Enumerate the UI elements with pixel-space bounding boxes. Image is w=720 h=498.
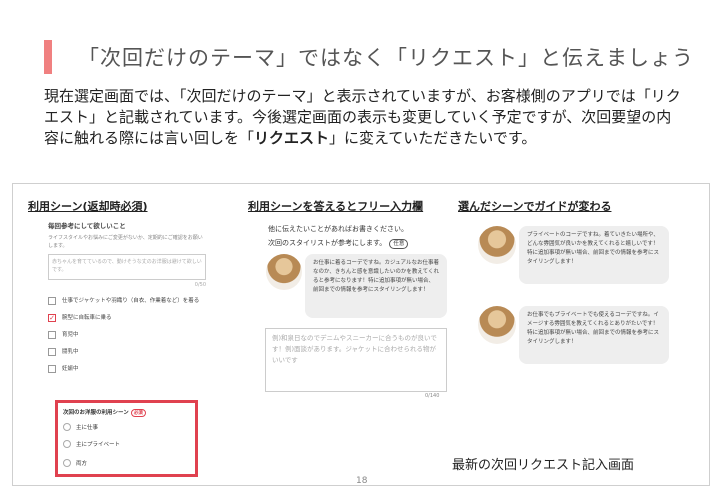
checkbox-icon[interactable] <box>48 331 56 339</box>
title-accent-bar <box>44 40 52 74</box>
stylist-avatar <box>478 226 516 264</box>
body-text-part2: 」に変えていただきたいです。 <box>329 129 537 147</box>
intro-line1: 他に伝えたいことがあればお書きください。 <box>268 225 408 233</box>
highlight-next-usage: 次回のお洋服の利用シーン 必須 主に仕事 主にプライベート 両方 <box>55 400 198 477</box>
required-badge: 必須 <box>130 409 146 417</box>
guide-bubble: お仕事に着るコーデですね。カジュアルなお仕事着なのか、きちんと感を意識したいのか… <box>305 254 447 318</box>
usage-form: 毎回参考にして欲しいこと ライフスタイルやお悩みにご変更がないか、定期的にご確認… <box>48 220 206 373</box>
checkbox-label: 仕事でジャケットや羽織り（自衣、作業着など）を着る <box>62 298 200 304</box>
radio-option[interactable]: 両方 <box>63 459 87 467</box>
left-column-heading: 利用シーン(返却時必須) <box>28 200 148 213</box>
checkbox-label: 妊娠中 <box>62 366 79 372</box>
optional-pill: 任意 <box>389 239 409 249</box>
checkbox-label: 闘乳中 <box>62 349 79 355</box>
page-number: 18 <box>356 476 368 486</box>
radio-label: 主に仕事 <box>76 425 99 431</box>
checkbox-label: 腕型に自転車に乗る <box>62 315 112 321</box>
right-column-heading: 選んだシーンでガイドが変わる <box>458 200 612 213</box>
checkbox-row[interactable]: 闘乳中 <box>48 348 206 356</box>
form-subheading: 毎回参考にして欲しいこと <box>48 222 126 230</box>
stylist-avatar <box>478 306 516 344</box>
checkbox-row[interactable]: 育児中 <box>48 331 206 339</box>
middle-column-heading: 利用シーンを答えるとフリー入力欄 <box>248 200 424 213</box>
form-hint: ライフスタイルやお悩みにご変更がないか、定期的にご確認をお願いします。 <box>48 235 203 249</box>
free-input-intro: 他に伝えたいことがあればお書きください。 次回のスタイリストが参考にします。 任意 <box>268 222 409 250</box>
radio-label: 両方 <box>76 461 88 467</box>
body-paragraph: 現在選定画面では、「次回だけのテーマ」と表示されていますが、お客様側のアプリでは… <box>44 86 684 149</box>
body-text-bold: リクエスト <box>254 129 330 147</box>
intro-line2: 次回のスタイリストが参考にします。 <box>268 239 387 247</box>
slide-title: 「次回だけのテーマ」ではなく「リクエスト」と伝えましょう <box>78 46 694 70</box>
screen-caption: 最新の次回リクエスト記入画面 <box>452 458 635 473</box>
radio-option[interactable]: 主に仕事 <box>63 423 98 431</box>
checkbox-row[interactable]: 妊娠中 <box>48 365 206 373</box>
free-text-input[interactable]: 例)和泉日なのでデニムやスニーカーに合うものが良いです！例)面談があります。ジャ… <box>265 328 447 392</box>
checkbox-row[interactable]: ✓ 腕型に自転車に乗る <box>48 314 206 322</box>
radio-option[interactable]: 主にプライベート <box>63 440 120 448</box>
guide-bubble-both: お仕事でもプライベートでも使えるコーデですね。イメージする雰囲気を教えてくれると… <box>519 306 669 364</box>
radio-icon[interactable] <box>63 440 71 448</box>
next-usage-text: 次回のお洋服の利用シーン <box>63 410 129 416</box>
checkbox-label: 育児中 <box>62 332 79 338</box>
free-input-counter: 0/140 <box>425 393 440 399</box>
checkbox-icon[interactable] <box>48 297 56 305</box>
checkbox-icon[interactable] <box>48 365 56 373</box>
radio-icon[interactable] <box>63 459 71 467</box>
checkbox-checked-icon[interactable]: ✓ <box>48 314 56 322</box>
stylist-avatar <box>266 254 302 290</box>
guide-bubble-private: プライベートのコーデですね。着ていきたい場所や、どんな雰囲気が良いかを教えてくれ… <box>519 226 669 284</box>
checkbox-icon[interactable] <box>48 348 56 356</box>
radio-icon[interactable] <box>63 423 71 431</box>
checkbox-row[interactable]: 仕事でジャケットや羽織り（自衣、作業着など）を着る <box>48 297 206 305</box>
textarea-counter: 0/50 <box>194 282 206 288</box>
radio-label: 主にプライベート <box>76 442 121 448</box>
next-usage-label: 次回のお洋服の利用シーン 必須 <box>63 408 146 417</box>
request-textarea[interactable]: 赤ちゃんを育てているので、動けそうな丈のお洋服は避けて欲しいです。 <box>48 254 206 280</box>
